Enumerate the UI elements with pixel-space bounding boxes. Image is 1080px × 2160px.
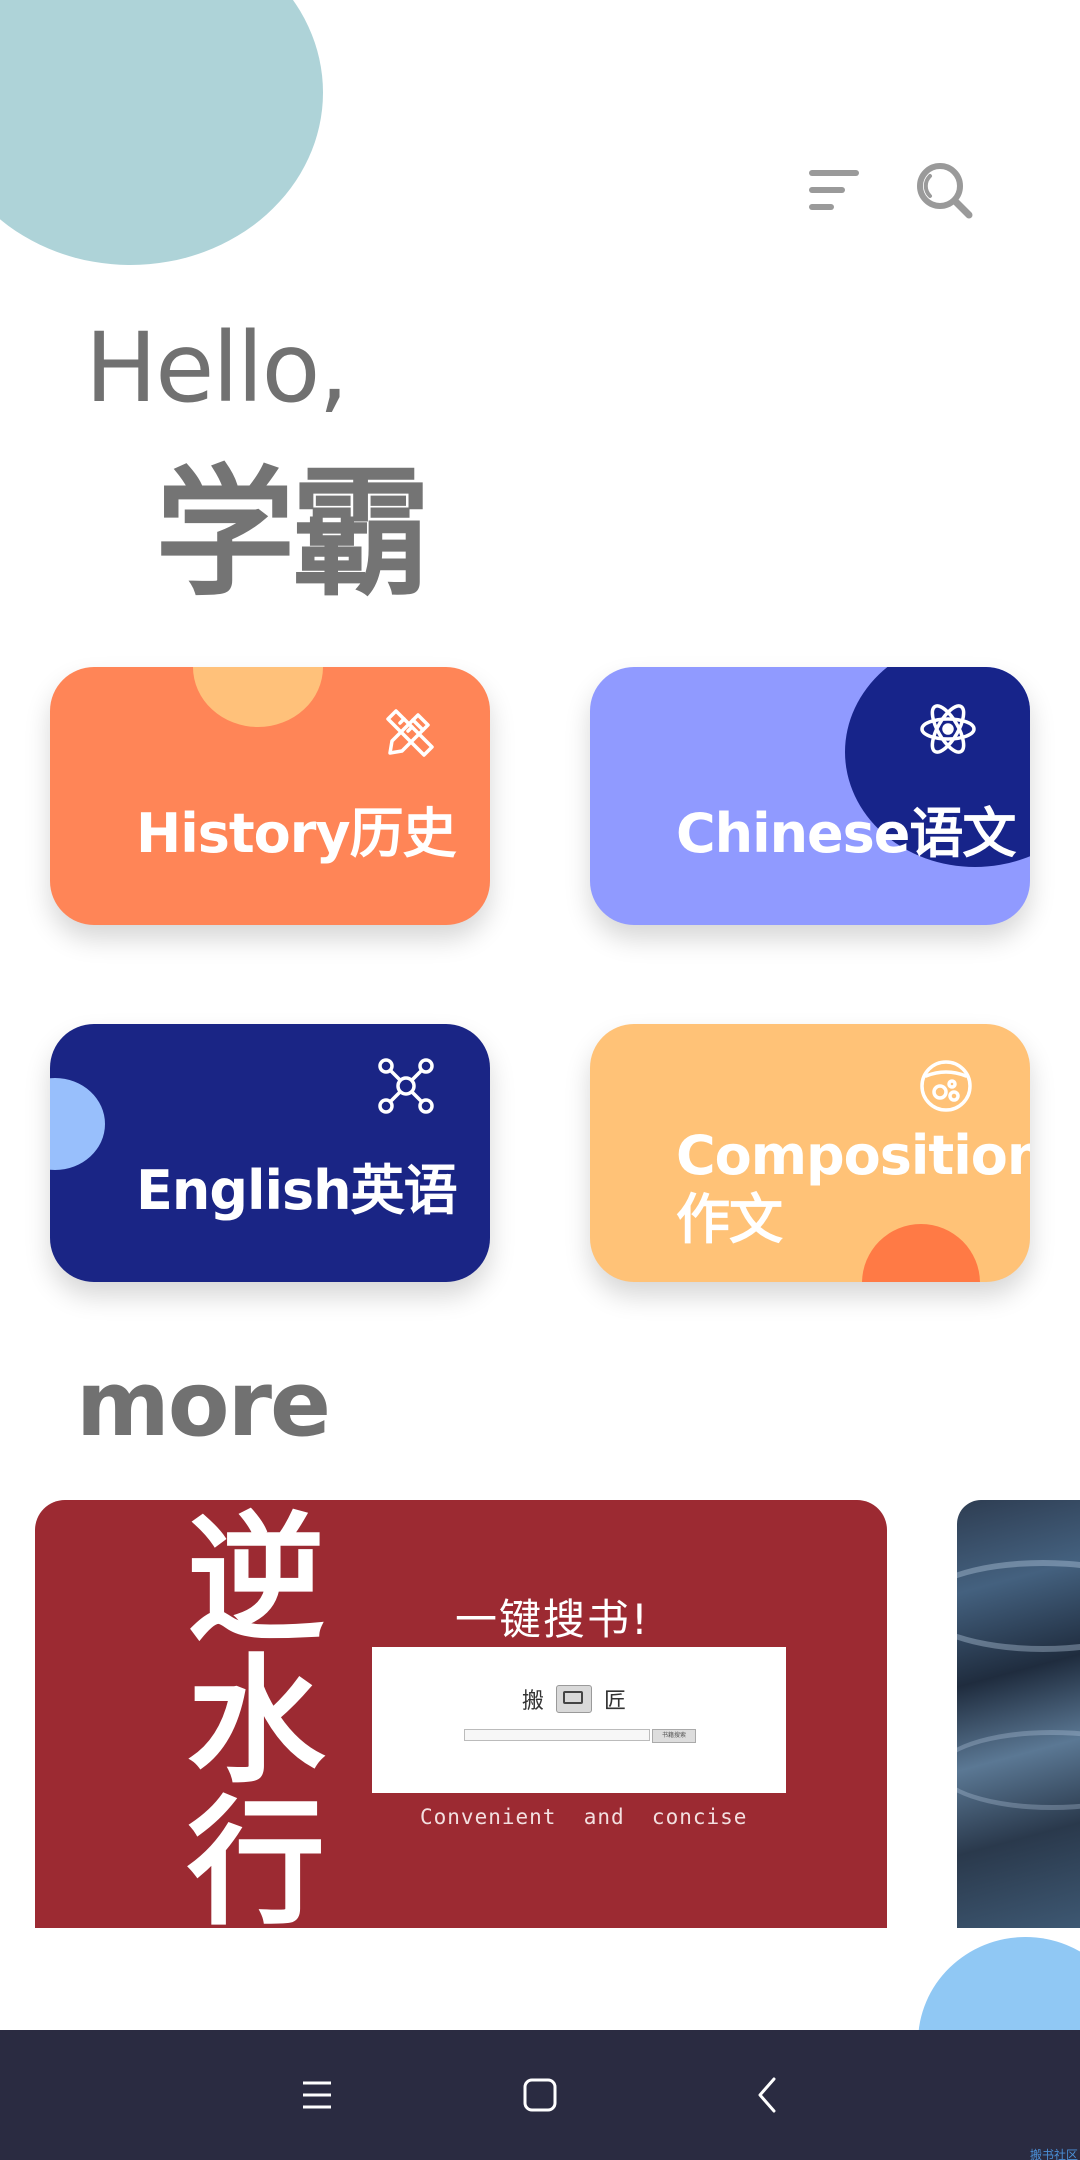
subject-card-english[interactable]: English英语 [50, 1024, 490, 1282]
banner-tagline: 一键搜书! [455, 1595, 650, 1644]
back-icon[interactable] [738, 2065, 798, 2125]
system-nav-bar [0, 2030, 1080, 2160]
banner-title-char: 行 [187, 1781, 326, 1929]
banner-app-name-right: 匠 [604, 1689, 627, 1714]
more-section-title: more [76, 1352, 331, 1457]
banner-app-name-left: 搬 [522, 1689, 545, 1714]
molecule-icon [376, 1056, 436, 1116]
greeting-text: Hello, [85, 312, 349, 424]
subject-label: English英语 [136, 1159, 458, 1222]
banner-preview-box: 搬 匠 书籍搜索 [372, 1647, 786, 1793]
subject-card-composition[interactable]: Composition作文 [590, 1024, 1030, 1282]
atom-icon [918, 699, 978, 759]
recents-icon[interactable] [287, 2065, 347, 2125]
banner-card[interactable]: 逆 水 行 一键搜书! 搬 匠 书籍搜索 Convenient and conc… [35, 1500, 887, 1928]
watermark-text: 搬书社区 [1030, 2148, 1079, 2160]
card-decoration [193, 667, 323, 727]
card-decoration [50, 1078, 105, 1170]
search-icon[interactable] [912, 158, 976, 222]
subject-card-history[interactable]: History历史 [50, 667, 490, 925]
menu-icon[interactable] [805, 162, 865, 217]
banner-vertical-title: 逆 水 行 [187, 1500, 326, 1929]
banner-app-name: 搬 匠 [522, 1683, 626, 1715]
subject-label: Chinese语文 [676, 802, 1016, 865]
home-screen: Hello, 学霸 History历史 Chinese语文 English英语 … [0, 0, 1080, 2160]
subject-label: History历史 [136, 802, 457, 865]
banner-search-button: 书籍搜索 [652, 1729, 696, 1743]
subject-label: Composition作文 [676, 1124, 1030, 1251]
banner-search-field [464, 1729, 650, 1741]
decorative-circle [0, 0, 323, 265]
flask-icon [916, 1054, 976, 1114]
pencil-ruler-icon [380, 703, 440, 763]
home-icon[interactable] [510, 2065, 570, 2125]
user-title: 学霸 [155, 453, 431, 616]
banner-title-char: 水 [187, 1639, 326, 1802]
banner-card-next[interactable] [957, 1500, 1080, 1928]
book-icon [556, 1685, 593, 1713]
banner-title-char: 逆 [187, 1500, 326, 1660]
subject-card-chinese[interactable]: Chinese语文 [590, 667, 1030, 925]
banner-footer-text: Convenient and concise [420, 1805, 748, 1829]
